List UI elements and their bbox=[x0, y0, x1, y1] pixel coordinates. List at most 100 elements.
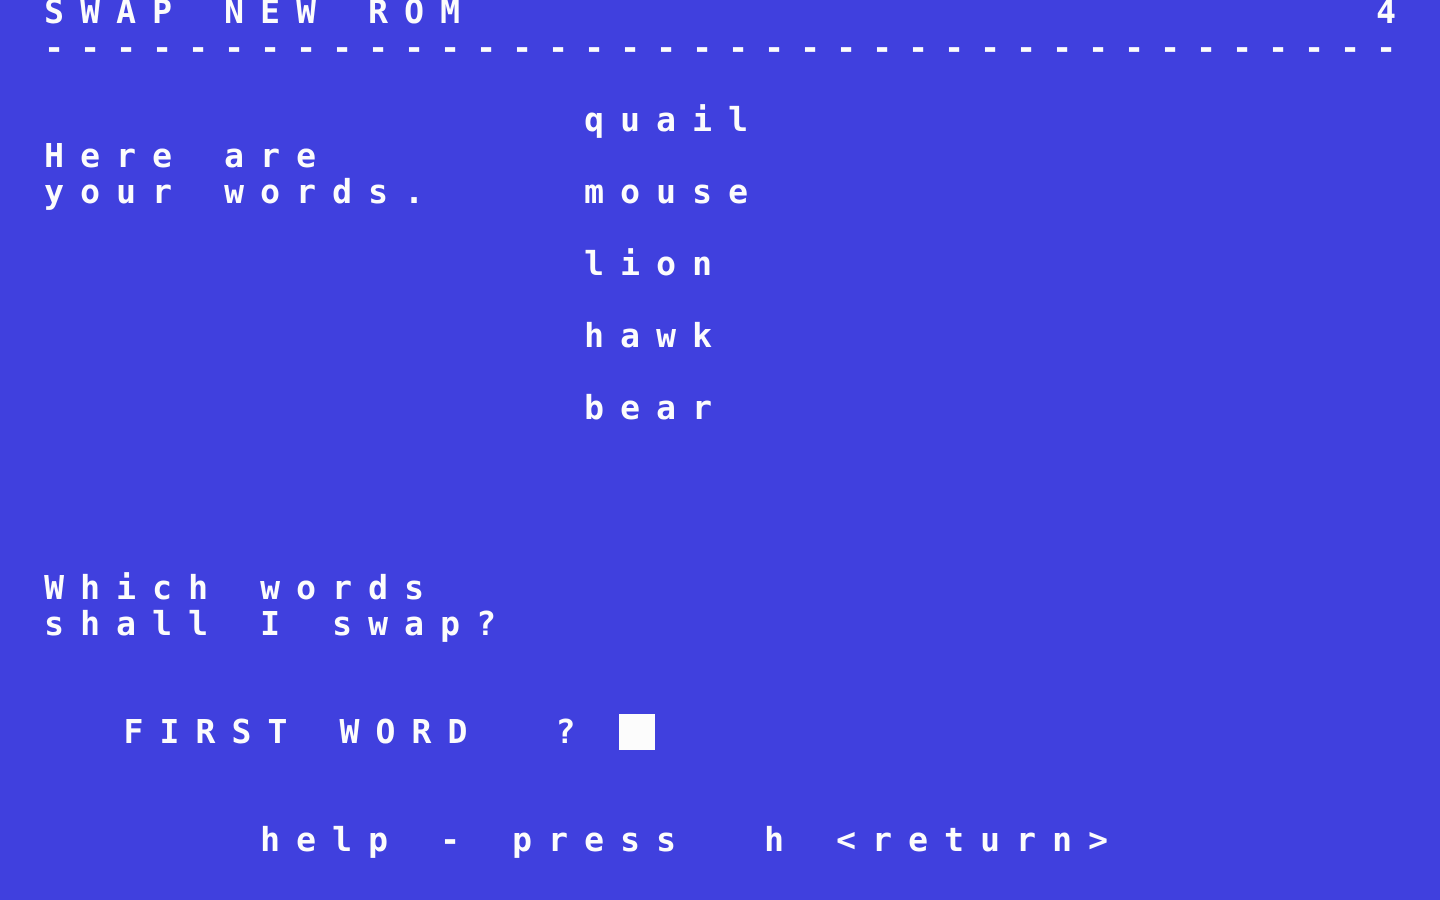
glyph: l bbox=[584, 246, 604, 282]
glyph: - bbox=[1052, 30, 1072, 66]
word-list-item: mouse bbox=[576, 174, 756, 210]
glyph: c bbox=[152, 570, 172, 606]
glyph: R bbox=[411, 714, 432, 750]
glyph: h bbox=[80, 606, 100, 642]
glyph bbox=[180, 174, 216, 210]
word-list-item: bear bbox=[576, 390, 720, 426]
glyph: d bbox=[368, 570, 388, 606]
intro-text-line-1: Here are bbox=[36, 138, 324, 174]
glyph: s bbox=[368, 174, 388, 210]
glyph: ? bbox=[476, 606, 496, 642]
glyph: p bbox=[440, 606, 460, 642]
glyph: o bbox=[656, 246, 676, 282]
glyph: o bbox=[260, 174, 280, 210]
glyph: - bbox=[260, 30, 280, 66]
question-text-line-2: shall I s w a p? bbox=[36, 606, 504, 642]
word-list-item: lion bbox=[576, 246, 720, 282]
glyph: - bbox=[368, 30, 388, 66]
glyph: r bbox=[260, 138, 280, 174]
prompt-label: FIRST WORD bbox=[115, 712, 475, 751]
glyph: - bbox=[188, 30, 208, 66]
glyph: w bbox=[656, 318, 676, 354]
glyph: l bbox=[728, 102, 748, 138]
glyph: A bbox=[116, 0, 136, 30]
glyph: - bbox=[116, 30, 136, 66]
glyph: s bbox=[692, 174, 712, 210]
glyph: - bbox=[1376, 30, 1396, 66]
glyph: d bbox=[332, 174, 352, 210]
glyph: - bbox=[656, 30, 676, 66]
glyph: u bbox=[116, 174, 136, 210]
glyph: h bbox=[260, 822, 280, 858]
glyph: - bbox=[944, 30, 964, 66]
glyph bbox=[216, 606, 252, 642]
glyph: r bbox=[872, 822, 892, 858]
glyph bbox=[468, 822, 504, 858]
glyph bbox=[792, 822, 828, 858]
glyph: b bbox=[584, 390, 604, 426]
glyph: - bbox=[80, 30, 100, 66]
glyph bbox=[295, 714, 331, 750]
glyph: - bbox=[1088, 30, 1108, 66]
glyph bbox=[684, 822, 720, 858]
glyph: S bbox=[44, 0, 64, 30]
glyph: M bbox=[440, 0, 460, 30]
word-list-item: hawk bbox=[576, 318, 720, 354]
glyph: R bbox=[368, 0, 388, 30]
glyph: r bbox=[548, 822, 568, 858]
glyph: - bbox=[836, 30, 856, 66]
glyph: u bbox=[620, 102, 640, 138]
glyph bbox=[475, 714, 511, 750]
glyph: q bbox=[584, 102, 604, 138]
glyph: w bbox=[368, 606, 388, 642]
score-counter: 4 bbox=[1368, 0, 1404, 30]
glyph: u bbox=[656, 174, 676, 210]
glyph: h bbox=[80, 570, 100, 606]
glyph: s bbox=[620, 822, 640, 858]
glyph: - bbox=[908, 30, 928, 66]
glyph: a bbox=[656, 390, 676, 426]
glyph: o bbox=[620, 174, 640, 210]
intro-text-line-2: your words. bbox=[36, 174, 432, 210]
glyph: W bbox=[339, 714, 360, 750]
glyph: - bbox=[1232, 30, 1252, 66]
glyph: a bbox=[404, 606, 424, 642]
glyph: s bbox=[44, 606, 64, 642]
glyph: - bbox=[476, 30, 496, 66]
glyph: - bbox=[224, 30, 244, 66]
glyph: < bbox=[836, 822, 856, 858]
glyph: - bbox=[296, 30, 316, 66]
glyph bbox=[324, 0, 360, 30]
glyph: r bbox=[332, 570, 352, 606]
glyph: H bbox=[44, 138, 64, 174]
page-title: SWAP NEW ROM bbox=[36, 0, 468, 30]
glyph: w bbox=[260, 570, 280, 606]
glyph: m bbox=[584, 174, 604, 210]
glyph: - bbox=[1124, 30, 1144, 66]
glyph bbox=[511, 714, 547, 750]
glyph bbox=[180, 0, 216, 30]
glyph: t bbox=[944, 822, 964, 858]
first-word-input-prompt[interactable]: FIRST WORD ? bbox=[36, 678, 656, 786]
glyph: - bbox=[440, 30, 460, 66]
glyph: h bbox=[764, 822, 784, 858]
glyph: p bbox=[512, 822, 532, 858]
glyph: - bbox=[728, 30, 748, 66]
glyph: S bbox=[231, 714, 252, 750]
header-divider: -------------------------------------- bbox=[36, 30, 1404, 66]
glyph: a bbox=[656, 102, 676, 138]
glyph: E bbox=[260, 0, 280, 30]
glyph: u bbox=[980, 822, 1000, 858]
glyph: a bbox=[224, 138, 244, 174]
glyph: - bbox=[44, 30, 64, 66]
glyph: i bbox=[116, 570, 136, 606]
glyph: - bbox=[1160, 30, 1180, 66]
glyph: o bbox=[296, 570, 316, 606]
help-hint[interactable]: help - press h < r e t u r n > bbox=[252, 822, 1116, 858]
glyph: - bbox=[692, 30, 712, 66]
glyph: h bbox=[188, 570, 208, 606]
glyph: - bbox=[152, 30, 172, 66]
glyph: - bbox=[764, 30, 784, 66]
glyph: a bbox=[116, 606, 136, 642]
glyph: - bbox=[332, 30, 352, 66]
